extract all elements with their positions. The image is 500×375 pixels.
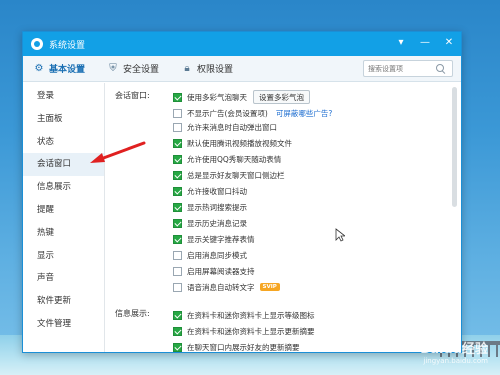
setting-label: 允许接收窗口抖动 xyxy=(187,186,247,196)
sidebar: 登录 主面板 状态 会话窗口 信息展示 提醒 热键 显示 声音 软件更新 文件管… xyxy=(23,83,105,352)
sidebar-item-software-update[interactable]: 软件更新 xyxy=(23,290,104,313)
setting-label: 默认使用腾讯视频播放视频文件 xyxy=(187,138,292,148)
checkbox[interactable] xyxy=(173,92,182,102)
sidebar-item-reminder[interactable]: 提醒 xyxy=(23,199,104,222)
checkbox[interactable] xyxy=(173,234,182,244)
menu-dropdown-icon[interactable]: ▾ xyxy=(395,37,407,49)
window-controls: ▾ — ✕ xyxy=(395,37,455,49)
setting-row: 在聊天窗口内展示好友的更新摘要 xyxy=(173,341,300,352)
setting-row: 在资料卡和迷你资料卡上显示更新摘要 xyxy=(173,325,315,337)
gear-icon: ⚙ xyxy=(34,62,44,74)
checkbox[interactable] xyxy=(173,202,182,212)
search-input[interactable] xyxy=(364,61,436,76)
setting-label: 允许使用QQ秀聊天随动表情 xyxy=(187,154,282,164)
watermark-sub: jingyan.baidu.com xyxy=(423,357,488,365)
sidebar-item-main-panel[interactable]: 主面板 xyxy=(23,108,104,131)
lock-icon: 🔒︎ xyxy=(184,62,190,74)
setting-row: 启用屏幕阅读器支持 xyxy=(173,265,255,277)
checkbox[interactable] xyxy=(173,186,182,196)
minimize-icon[interactable]: — xyxy=(419,37,431,49)
setting-label: 不显示广告(会员设置项) xyxy=(187,108,268,118)
shield-icon: ⛨ xyxy=(109,62,117,74)
setting-row: 显示热词搜索提示 xyxy=(173,201,247,213)
checkbox[interactable] xyxy=(173,326,182,336)
session-section-label: 会话窗口: xyxy=(115,91,150,100)
checkbox[interactable] xyxy=(173,310,182,320)
qq-logo-icon xyxy=(31,38,43,50)
close-icon[interactable]: ✕ xyxy=(443,37,455,49)
tab-label: 权限设置 xyxy=(197,65,234,75)
checkbox[interactable] xyxy=(173,282,182,292)
sidebar-item-file-management[interactable]: 文件管理 xyxy=(23,313,104,336)
tab-bar: ⚙ 基本设置 ⛨ 安全设置 🔒︎ 权限设置 xyxy=(23,56,461,82)
setting-label: 使用多彩气泡聊天 xyxy=(187,92,247,102)
settings-body: 登录 主面板 状态 会话窗口 信息展示 提醒 热键 显示 声音 软件更新 文件管… xyxy=(23,83,461,352)
setting-label: 显示关键字推荐表情 xyxy=(187,234,255,244)
settings-window: 系统设置 ▾ — ✕ ⚙ 基本设置 ⛨ 安全设置 🔒︎ 权限设置 登录 主面板 … xyxy=(22,31,462,353)
setting-row: 启用消息同步模式 xyxy=(173,249,247,261)
tab-label: 安全设置 xyxy=(123,65,160,75)
setting-label: 语音消息自动转文字 xyxy=(187,282,255,292)
setting-label: 允许来消息时自动弹出窗口 xyxy=(187,122,277,132)
checkbox[interactable] xyxy=(173,154,182,164)
tab-basic-settings[interactable]: ⚙ 基本设置 xyxy=(33,62,86,76)
setting-row: 不显示广告(会员设置项) 可屏蔽哪些广告? xyxy=(173,107,332,119)
search-icon[interactable] xyxy=(436,63,446,74)
setting-row: 显示关键字推荐表情 xyxy=(173,233,255,245)
setting-label: 在聊天窗口内展示好友的更新摘要 xyxy=(187,342,300,352)
setting-label: 显示历史消息记录 xyxy=(187,218,247,228)
setting-row: 在资料卡和迷你资料卡上显示等级图标 xyxy=(173,309,315,321)
baidu-watermark: Baidu经验 jingyan.baidu.com xyxy=(420,338,488,365)
setting-label: 总是显示好友聊天窗口侧边栏 xyxy=(187,170,285,180)
sidebar-item-display[interactable]: 显示 xyxy=(23,245,104,268)
setting-label: 在资料卡和迷你资料卡上显示更新摘要 xyxy=(187,326,315,336)
setting-row: 允许使用QQ秀聊天随动表情 xyxy=(173,153,281,165)
setting-label: 启用屏幕阅读器支持 xyxy=(187,266,255,276)
setting-row: 允许来消息时自动弹出窗口 xyxy=(173,121,277,133)
checkbox[interactable] xyxy=(173,250,182,260)
setting-row: 显示历史消息记录 xyxy=(173,217,247,229)
window-title: 系统设置 xyxy=(49,40,86,51)
sidebar-item-hotkeys[interactable]: 热键 xyxy=(23,222,104,245)
tab-permission-settings[interactable]: 🔒︎ 权限设置 xyxy=(181,62,234,76)
setting-row: 允许接收窗口抖动 xyxy=(173,185,247,197)
sidebar-item-info-display[interactable]: 信息展示 xyxy=(23,176,104,199)
sidebar-item-sound[interactable]: 声音 xyxy=(23,267,104,290)
setting-label: 显示热词搜索提示 xyxy=(187,202,247,212)
watermark-main: Baidu经验 xyxy=(420,342,488,357)
setting-row: 总是显示好友聊天窗口侧边栏 xyxy=(173,169,285,181)
which-ads-link[interactable]: 可屏蔽哪些广告? xyxy=(276,108,332,119)
title-bar[interactable]: 系统设置 ▾ — ✕ xyxy=(23,32,461,56)
setting-label: 在资料卡和迷你资料卡上显示等级图标 xyxy=(187,310,315,320)
setting-label: 启用消息同步模式 xyxy=(187,250,247,260)
checkbox[interactable] xyxy=(173,266,182,276)
settings-content: 会话窗口: 使用多彩气泡聊天 设置多彩气泡 不显示广告(会员设置项) 可屏蔽哪些… xyxy=(105,83,461,352)
info-section-label: 信息展示: xyxy=(115,309,150,318)
sidebar-item-login[interactable]: 登录 xyxy=(23,85,104,108)
setting-row: 使用多彩气泡聊天 设置多彩气泡 xyxy=(173,90,310,104)
setting-row: 默认使用腾讯视频播放视频文件 xyxy=(173,137,292,149)
svip-badge: SVIP xyxy=(259,283,280,291)
set-colorful-bubble-button[interactable]: 设置多彩气泡 xyxy=(253,90,310,104)
tab-label: 基本设置 xyxy=(49,65,86,75)
checkbox[interactable] xyxy=(173,108,182,118)
checkbox[interactable] xyxy=(173,342,182,352)
checkbox[interactable] xyxy=(173,122,182,132)
mouse-cursor-icon xyxy=(335,228,345,242)
checkbox[interactable] xyxy=(173,170,182,180)
checkbox[interactable] xyxy=(173,138,182,148)
scrollbar[interactable] xyxy=(452,87,457,207)
red-arrow-annotation-icon xyxy=(90,141,146,163)
checkbox[interactable] xyxy=(173,218,182,228)
tab-security-settings[interactable]: ⛨ 安全设置 xyxy=(107,62,160,76)
setting-row: 语音消息自动转文字 SVIP xyxy=(173,281,280,293)
search-box xyxy=(363,60,453,77)
